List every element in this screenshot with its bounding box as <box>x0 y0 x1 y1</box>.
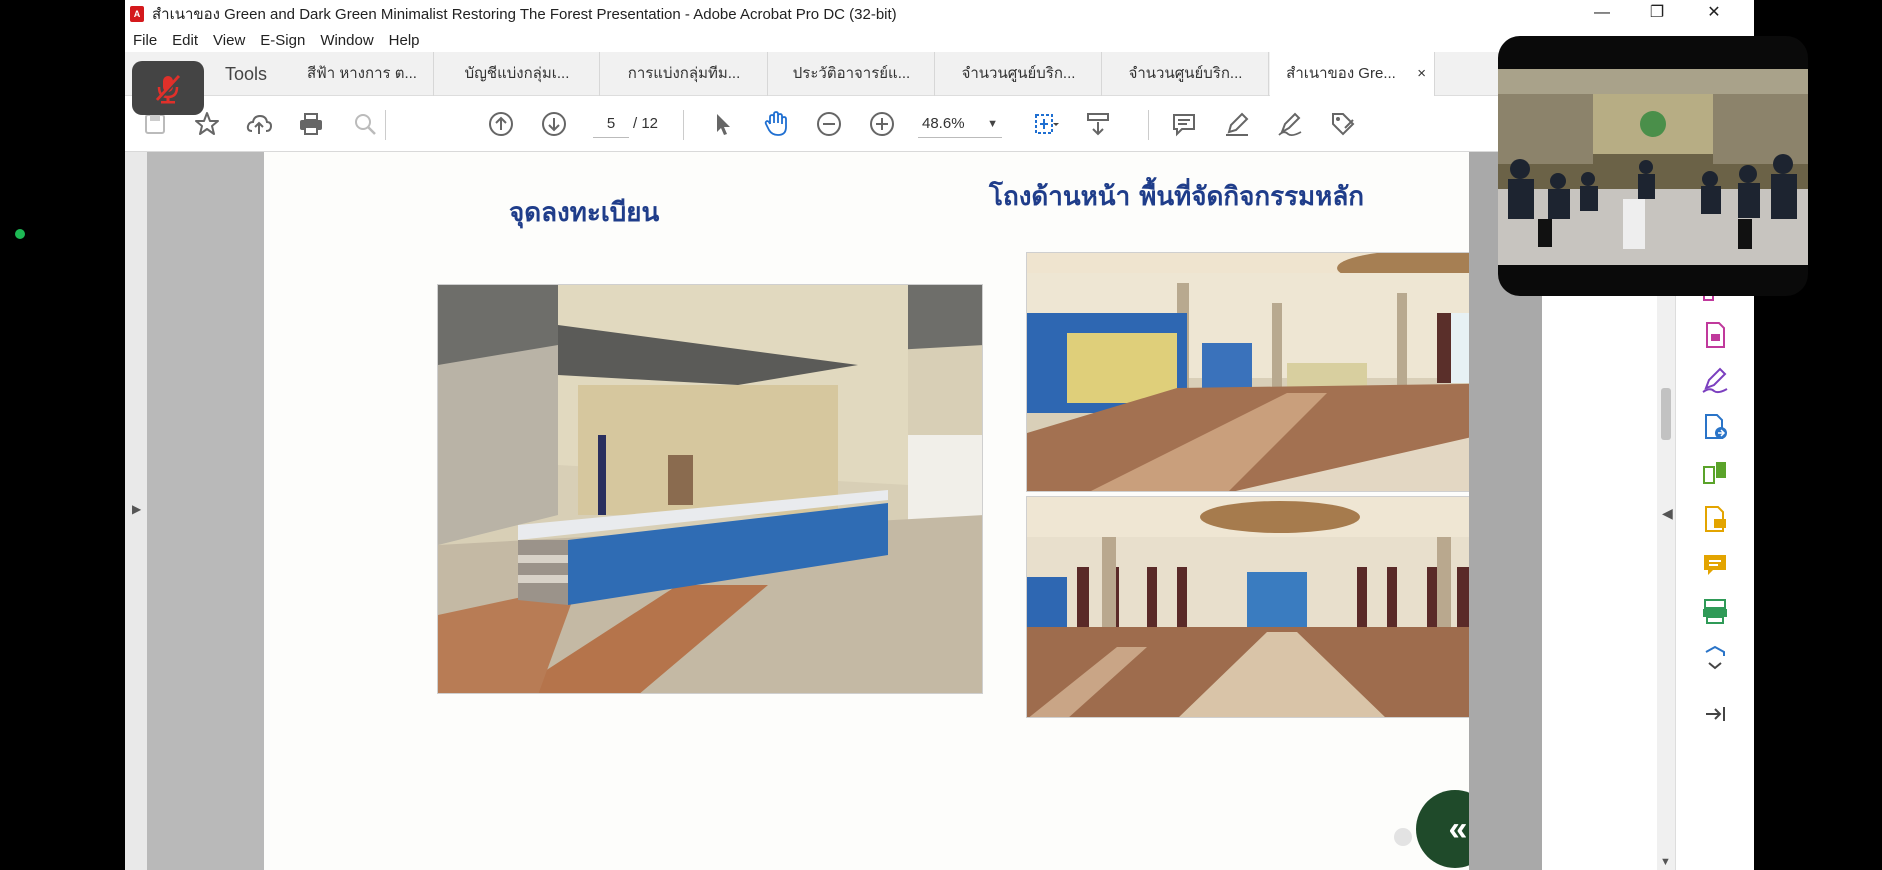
zoom-level-select[interactable]: 48.6% ▼ <box>918 110 1002 138</box>
search-icon[interactable] <box>349 108 381 140</box>
tab-doc-3[interactable]: การแบ่งกลุ่มทีม... <box>601 52 768 96</box>
create-pdf-icon[interactable] <box>1698 318 1732 352</box>
export-pdf-icon[interactable] <box>1698 410 1732 444</box>
lobby-heading: โถงด้านหน้า พื้นที่จัดกิจกรรมหลัก <box>989 182 1364 212</box>
scroll-down-icon[interactable]: ▼ <box>1660 856 1671 868</box>
close-button[interactable]: ✕ <box>1687 0 1741 28</box>
pdf-icon: A <box>130 6 144 22</box>
hand-tool-icon[interactable] <box>760 108 792 140</box>
zoom-out-icon[interactable] <box>813 108 845 140</box>
tab-doc-4[interactable]: ประวัติอาจารย์แ... <box>769 52 935 96</box>
tab-doc-5[interactable]: จำนวนศูนย์บริก... <box>936 52 1102 96</box>
pagination-dot <box>1394 828 1412 846</box>
toolbar-separator <box>385 110 386 140</box>
maximize-button[interactable]: ❐ <box>1630 0 1684 28</box>
menu-view[interactable]: View <box>213 32 245 49</box>
menu-edit[interactable]: Edit <box>172 32 198 49</box>
minimize-button[interactable]: — <box>1575 0 1629 28</box>
left-panel-toggle[interactable]: ▶ <box>125 152 147 870</box>
zoom-level-value: 48.6% <box>922 115 965 132</box>
collapse-pane-icon[interactable] <box>1698 697 1732 731</box>
tab-doc-6[interactable]: จำนวนศูนย์บริก... <box>1103 52 1269 96</box>
highlight-pen-icon[interactable] <box>1221 108 1253 140</box>
lobby-photo-bottom <box>1026 496 1532 718</box>
expand-left-icon: ▶ <box>132 502 142 516</box>
page-number-input[interactable]: 5 <box>593 110 629 138</box>
edit-pdf-icon[interactable] <box>1698 502 1732 536</box>
scroll-mode-icon[interactable] <box>1082 108 1114 140</box>
fill-sign-icon[interactable] <box>1698 364 1732 398</box>
fit-page-icon[interactable] <box>1029 108 1061 140</box>
chevron-down-icon: ▼ <box>987 118 998 130</box>
zoom-in-icon[interactable] <box>866 108 898 140</box>
compare-files-icon[interactable] <box>1698 456 1732 490</box>
slide-page: จุดลงทะเบียน โถงด้านหน้า พื้นที่จัดกิจกร… <box>264 152 1532 870</box>
toolbar-separator <box>1148 110 1149 140</box>
edit-tag-icon[interactable] <box>1327 108 1359 140</box>
menu-help[interactable]: Help <box>389 32 420 49</box>
registration-heading: จุดลงทะเบียน <box>509 198 660 228</box>
screen: A สำเนาของ Green and Dark Green Minimali… <box>0 0 1882 870</box>
page-down-icon[interactable] <box>538 108 570 140</box>
sign-icon[interactable] <box>1274 108 1306 140</box>
tab-doc-1[interactable]: สีฟ้า หางการ ต... <box>291 52 434 96</box>
document-viewport[interactable]: ▶ จุดลงทะเบียน โถงด้านหน้า พื้นที่จัดกิจ… <box>125 152 1542 870</box>
video-call-tile[interactable] <box>1498 36 1808 296</box>
menu-window[interactable]: Window <box>320 32 373 49</box>
double-chevron-left-icon: « <box>1448 809 1468 848</box>
window-title: สำเนาของ Green and Dark Green Minimalist… <box>152 6 897 23</box>
page-total: / 12 <box>633 115 659 132</box>
print-icon[interactable] <box>295 108 327 140</box>
menu-bar: File Edit View E-Sign Window Help <box>125 28 427 52</box>
tab-close-icon[interactable]: × <box>1417 52 1426 96</box>
lobby-photo-top <box>1026 252 1532 492</box>
comment-icon[interactable] <box>1168 108 1200 140</box>
mic-toggle-button[interactable] <box>132 61 204 115</box>
page-margin <box>147 152 264 870</box>
menu-e-sign[interactable]: E-Sign <box>260 32 305 49</box>
select-cursor-icon[interactable] <box>707 108 739 140</box>
status-dot <box>15 229 25 239</box>
toolbar-separator <box>683 110 684 140</box>
tab-doc-2[interactable]: บัญชีแบ่งกลุ่มเ... <box>435 52 600 96</box>
page-up-icon[interactable] <box>485 108 517 140</box>
cloud-upload-icon[interactable] <box>243 108 275 140</box>
tab-active-label: สำเนาของ Gre... <box>1286 65 1396 82</box>
tab-doc-active[interactable]: สำเนาของ Gre... × <box>1270 52 1435 96</box>
registration-desk-photo <box>437 284 983 694</box>
title-bar: A สำเนาของ Green and Dark Green Minimali… <box>125 0 1754 28</box>
protect-icon[interactable] <box>1698 640 1732 674</box>
comment-tool-icon[interactable] <box>1698 548 1732 582</box>
meeting-room-video <box>1498 69 1808 265</box>
collapse-right-pane-icon[interactable]: ◀ <box>1662 505 1673 522</box>
scroll-thumb[interactable] <box>1661 388 1671 440</box>
tab-tools[interactable]: Tools <box>225 52 267 96</box>
scan-ocr-icon[interactable] <box>1698 594 1732 628</box>
menu-file[interactable]: File <box>133 32 157 49</box>
mic-off-icon <box>155 74 181 104</box>
